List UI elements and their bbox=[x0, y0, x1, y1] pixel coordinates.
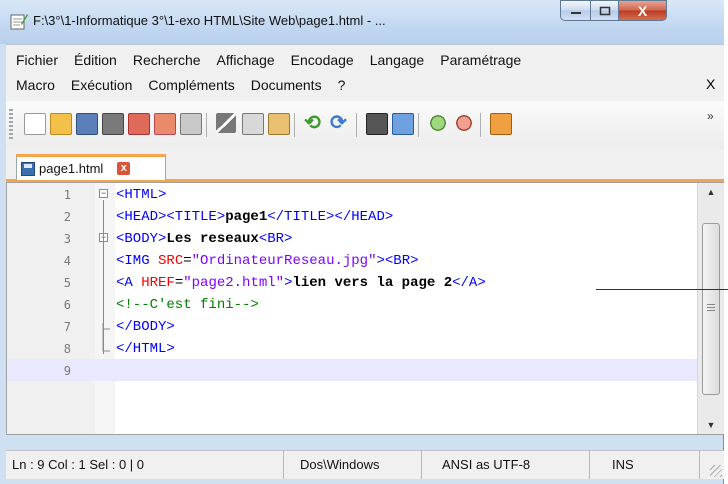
code-token: <HTML> bbox=[116, 187, 167, 203]
window-title: F:\3°\1-Informatique 3°\1-exo HTML\Site … bbox=[33, 13, 386, 28]
eol-format[interactable]: Dos\Windows bbox=[284, 451, 422, 479]
sync-icon[interactable] bbox=[490, 113, 512, 135]
toolbar-overflow-button[interactable]: » bbox=[707, 109, 714, 123]
fold-minus-icon[interactable]: − bbox=[99, 189, 108, 198]
close-icon: X bbox=[637, 2, 648, 19]
encoding[interactable]: ANSI as UTF-8 bbox=[422, 451, 590, 479]
print-icon[interactable] bbox=[180, 113, 202, 135]
resize-grip[interactable] bbox=[710, 465, 722, 477]
copy-icon[interactable] bbox=[242, 113, 264, 135]
scroll-up-icon[interactable]: ▲ bbox=[698, 183, 724, 201]
cut-icon[interactable] bbox=[216, 113, 236, 133]
saved-file-icon bbox=[21, 161, 35, 176]
code-text: <BODY>Les reseaux<BR> bbox=[116, 231, 293, 247]
document-tab-strip: page1.html x bbox=[6, 149, 724, 182]
code-text: <A HREF="page2.html">lien vers la page 2… bbox=[116, 275, 486, 291]
new-icon[interactable] bbox=[24, 113, 46, 135]
redo-icon[interactable]: ⟳ bbox=[330, 113, 350, 133]
close-all-icon[interactable] bbox=[154, 113, 176, 135]
status-bar: Ln : 9 Col : 1 Sel : 0 | 0 Dos\Windows A… bbox=[6, 450, 724, 479]
toolbar-separator bbox=[418, 113, 419, 137]
menu-edition[interactable]: Édition bbox=[68, 48, 123, 72]
menu-parametrage[interactable]: Paramétrage bbox=[434, 48, 527, 72]
menu-execution[interactable]: Exécution bbox=[65, 73, 138, 97]
paste-icon[interactable] bbox=[268, 113, 290, 135]
zoom-out-icon[interactable] bbox=[454, 113, 474, 133]
menu-row-2: Macro Exécution Compléments Documents ? bbox=[10, 73, 355, 97]
annotation-pointer-line bbox=[596, 289, 728, 290]
toolbar-separator bbox=[206, 113, 207, 137]
line-number: 6 bbox=[63, 298, 71, 312]
line-number: 1 bbox=[63, 188, 71, 202]
toolbar: ⟲ ⟳ » bbox=[6, 101, 724, 150]
line-number: 5 bbox=[63, 276, 71, 290]
code-text: <HTML> bbox=[116, 187, 166, 203]
menu-help[interactable]: ? bbox=[332, 73, 352, 97]
open-icon[interactable] bbox=[50, 113, 72, 135]
menu-encodage[interactable]: Encodage bbox=[285, 48, 360, 72]
tab-label: page1.html bbox=[39, 161, 104, 176]
cursor-position: Ln : 9 Col : 1 Sel : 0 | 0 bbox=[6, 451, 284, 479]
code-token: </HTML> bbox=[116, 341, 175, 357]
undo-icon[interactable]: ⟲ bbox=[304, 113, 324, 133]
maximize-icon bbox=[599, 6, 610, 15]
line-number: 4 bbox=[63, 254, 71, 268]
notepad-app-icon bbox=[10, 14, 28, 30]
code-line: 3 − <BODY>Les reseaux<BR> bbox=[7, 227, 697, 249]
tab-close-button[interactable]: x bbox=[117, 162, 131, 175]
minimize-button[interactable] bbox=[560, 0, 591, 21]
menu-bar: Fichier Édition Recherche Affichage Enco… bbox=[6, 44, 724, 101]
code-line: 6 <!--C'est fini--> bbox=[7, 293, 697, 315]
toolbar-separator bbox=[294, 113, 295, 137]
toolbar-grip[interactable] bbox=[9, 109, 13, 139]
save-all-icon[interactable] bbox=[102, 113, 124, 135]
scroll-thumb[interactable] bbox=[702, 223, 720, 395]
vertical-scrollbar[interactable]: ▲ ▼ bbox=[697, 183, 724, 434]
title-bar[interactable]: F:\3°\1-Informatique 3°\1-exo HTML\Site … bbox=[0, 0, 724, 44]
menu-documents[interactable]: Documents bbox=[245, 73, 328, 97]
menu-row-1: Fichier Édition Recherche Affichage Enco… bbox=[10, 48, 531, 72]
code-editor[interactable]: 1 − <HTML> 2 <HEAD><TITLE>page1</TITLE><… bbox=[6, 182, 724, 435]
scroll-down-icon[interactable]: ▼ bbox=[698, 416, 724, 434]
code-text: </HTML> bbox=[116, 341, 175, 357]
minimize-icon bbox=[570, 11, 581, 14]
fold-end-marks bbox=[102, 323, 110, 352]
zoom-in-icon[interactable] bbox=[428, 113, 448, 133]
code-line: 4 <IMG SRC="OrdinateurReseau.jpg"><BR> bbox=[7, 249, 697, 271]
menu-langage[interactable]: Langage bbox=[364, 48, 431, 72]
toolbar-separator bbox=[480, 113, 481, 137]
code-line: 1 − <HTML> bbox=[7, 183, 697, 205]
tab-page1[interactable]: page1.html x bbox=[16, 154, 166, 180]
close-window-button[interactable]: X bbox=[619, 0, 667, 21]
menu-fichier[interactable]: Fichier bbox=[10, 48, 64, 72]
code-text: <HEAD><TITLE>page1</TITLE></HEAD> bbox=[116, 209, 394, 225]
code-text: <IMG SRC="OrdinateurReseau.jpg"><BR> bbox=[116, 253, 419, 269]
maximize-button[interactable] bbox=[591, 0, 619, 21]
menu-complements[interactable]: Compléments bbox=[142, 73, 240, 97]
window-controls: X bbox=[560, 0, 667, 22]
line-number: 3 bbox=[63, 232, 71, 246]
line-number: 7 bbox=[63, 320, 71, 334]
code-line: 2 <HEAD><TITLE>page1</TITLE></HEAD> bbox=[7, 205, 697, 227]
code-text: <!--C'est fini--> bbox=[116, 297, 259, 313]
line-number: 2 bbox=[63, 210, 71, 224]
insert-mode[interactable]: INS bbox=[590, 451, 700, 479]
code-line: 5 <A HREF="page2.html">lien vers la page… bbox=[7, 271, 697, 293]
line-number: 8 bbox=[63, 342, 71, 356]
close-file-icon[interactable] bbox=[128, 113, 150, 135]
find-icon[interactable] bbox=[366, 113, 388, 135]
menu-macro[interactable]: Macro bbox=[10, 73, 61, 97]
save-icon[interactable] bbox=[76, 113, 98, 135]
toolbar-separator bbox=[356, 113, 357, 137]
menu-affichage[interactable]: Affichage bbox=[211, 48, 281, 72]
code-comment: <!--C'est fini--> bbox=[116, 297, 259, 313]
close-document-button[interactable]: X bbox=[706, 76, 715, 92]
code-token: </BODY> bbox=[116, 319, 175, 335]
line-number: 9 bbox=[63, 364, 71, 378]
replace-icon[interactable] bbox=[392, 113, 414, 135]
menu-recherche[interactable]: Recherche bbox=[127, 48, 207, 72]
notepad-window: F:\3°\1-Informatique 3°\1-exo HTML\Site … bbox=[0, 0, 724, 484]
code-text: </BODY> bbox=[116, 319, 175, 335]
